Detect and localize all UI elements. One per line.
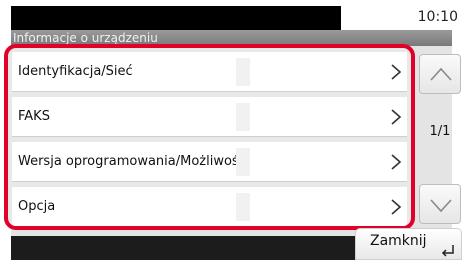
menu-item-label: Wersja oprogramowania/Możliwości [18,154,250,169]
menu-item-label: Opcja [18,199,56,214]
row-shade [236,103,250,131]
menu-item-fax[interactable]: FAKS [12,97,407,137]
chevron-up-icon [430,67,452,81]
clock: 10:10 [417,9,458,25]
chevron-right-icon [391,109,402,125]
chevron-right-icon [391,64,402,80]
chevron-right-icon [391,154,402,170]
row-shade [236,193,250,221]
scroll-down-button[interactable] [419,184,461,224]
chevron-down-icon [430,199,452,213]
status-message-area [11,6,341,30]
menu-item-label: FAKS [18,109,50,124]
menu-item-label: Identyfikacja/Sieć [18,64,133,79]
status-divider [341,6,351,30]
page-indicator: 1/1 [429,124,451,139]
row-shade [236,148,250,176]
status-bar: 10:10 [0,0,462,30]
close-button-label: Zamknij [370,233,427,249]
menu-item-option[interactable]: Opcja [12,187,407,226]
menu-item-identification-network[interactable]: Identyfikacja/Sieć [12,52,407,92]
scroll-up-button[interactable] [419,54,461,94]
menu-list: Identyfikacja/Sieć FAKS Wersja oprogramo… [4,44,415,230]
row-shade [236,58,250,86]
menu-item-software-version[interactable]: Wersja oprogramowania/Możliwości [12,142,407,182]
close-button[interactable]: Zamknij [355,228,462,260]
enter-icon [441,245,454,257]
chevron-right-icon [391,199,402,215]
scroll-panel: 1/1 [419,50,462,236]
